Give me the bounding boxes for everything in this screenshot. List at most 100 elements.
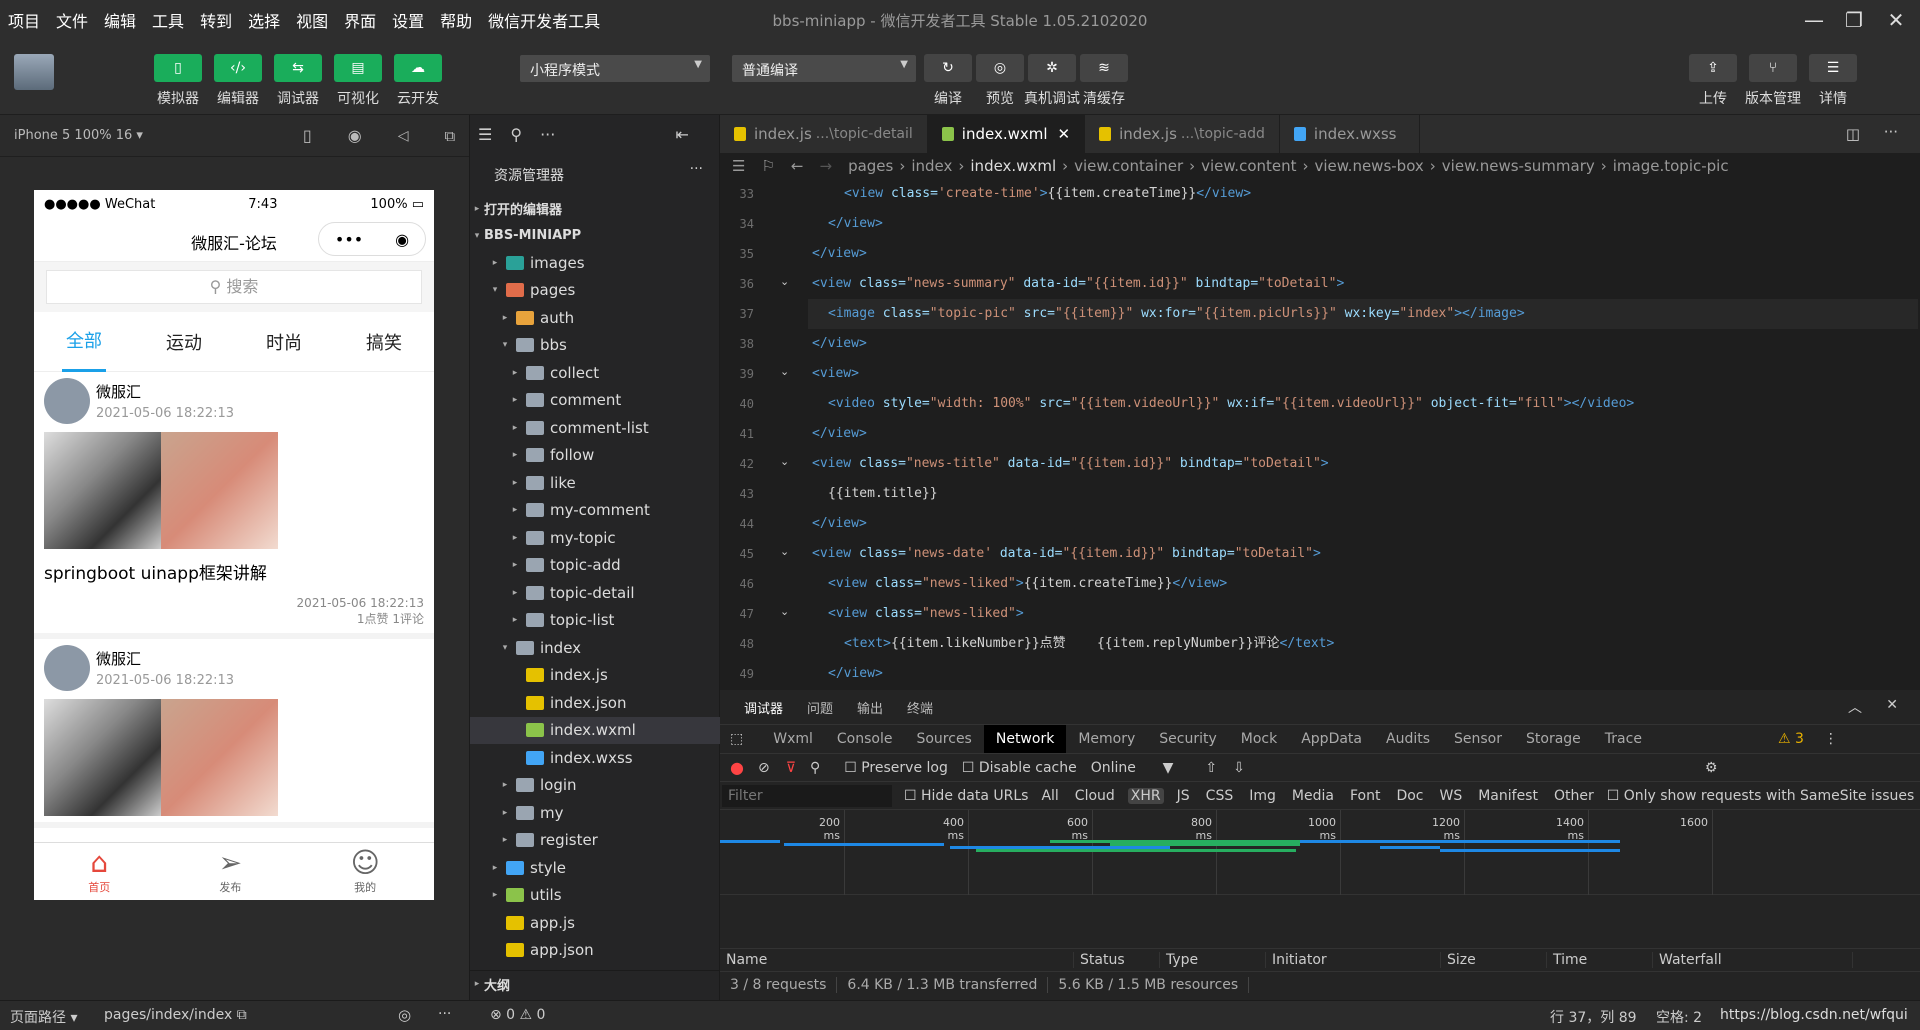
- breadcrumb-item[interactable]: view.news-summary: [1442, 157, 1595, 175]
- settings-icon[interactable]: ⚙: [1705, 760, 1718, 776]
- collapse-icon[interactable]: ︿: [1848, 697, 1862, 717]
- column-header[interactable]: Type: [1160, 952, 1266, 968]
- status-more-icon[interactable]: ···: [438, 1006, 451, 1022]
- devtools-tab[interactable]: Sensor: [1442, 725, 1514, 753]
- layers-icon[interactable]: ≋: [1080, 54, 1128, 82]
- breadcrumb-item[interactable]: view.news-box: [1315, 157, 1424, 175]
- eye-icon[interactable]: ◎: [976, 54, 1024, 82]
- samesite-checkbox[interactable]: ☐ Only show requests with SameSite issue…: [1607, 788, 1915, 804]
- more-dots-icon[interactable]: •••: [335, 230, 363, 249]
- split-icon[interactable]: ⇤: [675, 125, 688, 144]
- post-card[interactable]: 微服汇 2021-05-06 18:22:13: [34, 639, 434, 828]
- more-icon[interactable]: ···: [540, 125, 555, 144]
- tree-item[interactable]: ▸ utils: [470, 882, 720, 909]
- record-icon[interactable]: ●: [730, 758, 744, 777]
- type-filter[interactable]: Manifest: [1475, 788, 1541, 804]
- tree-item[interactable]: ▸ topic-add: [470, 552, 720, 579]
- tree-item[interactable]: ▸ auth: [470, 304, 720, 331]
- layout-icon[interactable]: ▤: [334, 54, 382, 82]
- open-editors-section[interactable]: ▸ 打开的编辑器: [470, 195, 720, 222]
- cursor-position[interactable]: 行 37，列 89: [1550, 1007, 1637, 1027]
- list-icon[interactable]: ☰: [478, 125, 492, 144]
- back-icon[interactable]: ←: [791, 157, 804, 175]
- fold-chevron-icon[interactable]: ⌄: [780, 545, 789, 558]
- project-section[interactable]: ▾ BBS-MINIAPP: [470, 222, 720, 249]
- forward-icon[interactable]: →: [819, 157, 832, 175]
- refresh-icon[interactable]: ↻: [924, 54, 972, 82]
- tree-item[interactable]: ▸ topic-list: [470, 607, 720, 634]
- disable-cache-checkbox[interactable]: ☐ Disable cache: [962, 760, 1077, 776]
- type-filter[interactable]: WS: [1436, 788, 1465, 804]
- tree-item[interactable]: index.json: [470, 689, 720, 716]
- type-filter[interactable]: XHR: [1127, 787, 1164, 804]
- devtools-top-tab[interactable]: 调试器: [744, 698, 783, 717]
- debug-icon[interactable]: ⇆: [274, 54, 322, 82]
- warning-badge[interactable]: ⚠ 3: [1778, 731, 1804, 747]
- fold-chevron-icon[interactable]: ⌄: [780, 605, 789, 618]
- menu-item[interactable]: 转到: [192, 8, 240, 32]
- category-tab[interactable]: 时尚: [262, 313, 306, 371]
- category-tab[interactable]: 搞笑: [362, 313, 406, 371]
- menu-item[interactable]: 文件: [48, 8, 96, 32]
- hide-data-urls-checkbox[interactable]: ☐ Hide data URLs: [904, 788, 1028, 804]
- breadcrumb-item[interactable]: index: [911, 157, 952, 175]
- code-icon[interactable]: ‹/›: [214, 54, 262, 82]
- breadcrumb-item[interactable]: view.container: [1074, 157, 1183, 175]
- column-header[interactable]: Size: [1441, 952, 1547, 968]
- fold-chevron-icon[interactable]: ⌄: [780, 455, 789, 468]
- record-icon[interactable]: ◉: [348, 126, 362, 145]
- toolbar-button[interactable]: ▤ 可视化: [328, 54, 388, 108]
- tree-item[interactable]: ▸ style: [470, 854, 720, 881]
- fold-chevron-icon[interactable]: ⌄: [780, 275, 789, 288]
- fold-chevron-icon[interactable]: ⌄: [780, 365, 789, 378]
- column-header[interactable]: Status: [1074, 952, 1160, 968]
- maximize-icon[interactable]: ❐: [1840, 6, 1868, 34]
- devtools-tab[interactable]: Sources: [904, 725, 983, 753]
- eye-icon[interactable]: ◎: [398, 1006, 411, 1024]
- topic-pic[interactable]: [44, 699, 161, 816]
- tree-item[interactable]: index.wxss: [470, 744, 720, 771]
- toolbar-button[interactable]: ‹/› 编辑器: [208, 54, 268, 108]
- close-window-icon[interactable]: ✕: [1882, 6, 1910, 34]
- type-filter[interactable]: Font: [1347, 788, 1383, 804]
- toolbar-button[interactable]: ⇆ 调试器: [268, 54, 328, 108]
- devtools-tab[interactable]: Memory: [1066, 725, 1147, 753]
- search-input[interactable]: ⚲ 搜索: [46, 270, 422, 304]
- indent-setting[interactable]: 空格: 2: [1656, 1007, 1702, 1027]
- menu-item[interactable]: 界面: [336, 8, 384, 32]
- filter-icon[interactable]: ⊽: [786, 760, 796, 776]
- mode-select[interactable]: 小程序模式 ▼: [520, 55, 710, 82]
- toolbar-button[interactable]: ▯ 模拟器: [148, 54, 208, 108]
- import-icon[interactable]: ⇧: [1205, 760, 1217, 776]
- topic-pic[interactable]: [44, 432, 161, 549]
- devtools-more-icon[interactable]: ⋮: [1824, 731, 1838, 747]
- tree-item[interactable]: ▸ register: [470, 827, 720, 854]
- page-path[interactable]: pages/index/index ⧉: [104, 1007, 247, 1023]
- toolbar-button[interactable]: ☰ 详情: [1803, 54, 1863, 108]
- device-select[interactable]: iPhone 5 100% 16 ▾: [14, 128, 143, 143]
- editor-tab[interactable]: index.wxss: [1280, 115, 1420, 153]
- phone-icon[interactable]: ▯: [303, 126, 312, 145]
- menu-item[interactable]: 工具: [144, 8, 192, 32]
- page-path-select[interactable]: 页面路径 ▾: [10, 1007, 77, 1027]
- devtools-tab[interactable]: Console: [825, 725, 905, 753]
- column-header[interactable]: Waterfall: [1653, 952, 1853, 968]
- avatar[interactable]: [44, 378, 90, 424]
- tree-item[interactable]: index.wxml: [470, 716, 720, 744]
- type-filter[interactable]: Media: [1289, 788, 1337, 804]
- toolbar-button[interactable]: ≋ 清缓存: [1074, 54, 1134, 108]
- capsule-button[interactable]: ••• ◉: [318, 222, 426, 256]
- close-tab-icon[interactable]: ✕: [1058, 125, 1071, 143]
- filter-input[interactable]: Filter: [722, 784, 892, 807]
- tree-item[interactable]: ▸ my: [470, 799, 720, 826]
- tree-item[interactable]: ▸ images: [470, 249, 720, 276]
- toolbar-button[interactable]: ✲ 真机调试: [1022, 54, 1082, 108]
- devtools-tab[interactable]: Storage: [1514, 725, 1593, 753]
- tree-item[interactable]: ▸ follow: [470, 442, 720, 469]
- tree-item[interactable]: ▾ bbs: [470, 332, 720, 359]
- post-title[interactable]: springboot uinapp框架讲解: [44, 559, 424, 584]
- avatar[interactable]: [14, 54, 54, 90]
- upload-icon[interactable]: ⇪: [1689, 54, 1737, 82]
- type-filter[interactable]: JS: [1174, 788, 1193, 804]
- devtools-top-tab[interactable]: 问题: [807, 698, 833, 717]
